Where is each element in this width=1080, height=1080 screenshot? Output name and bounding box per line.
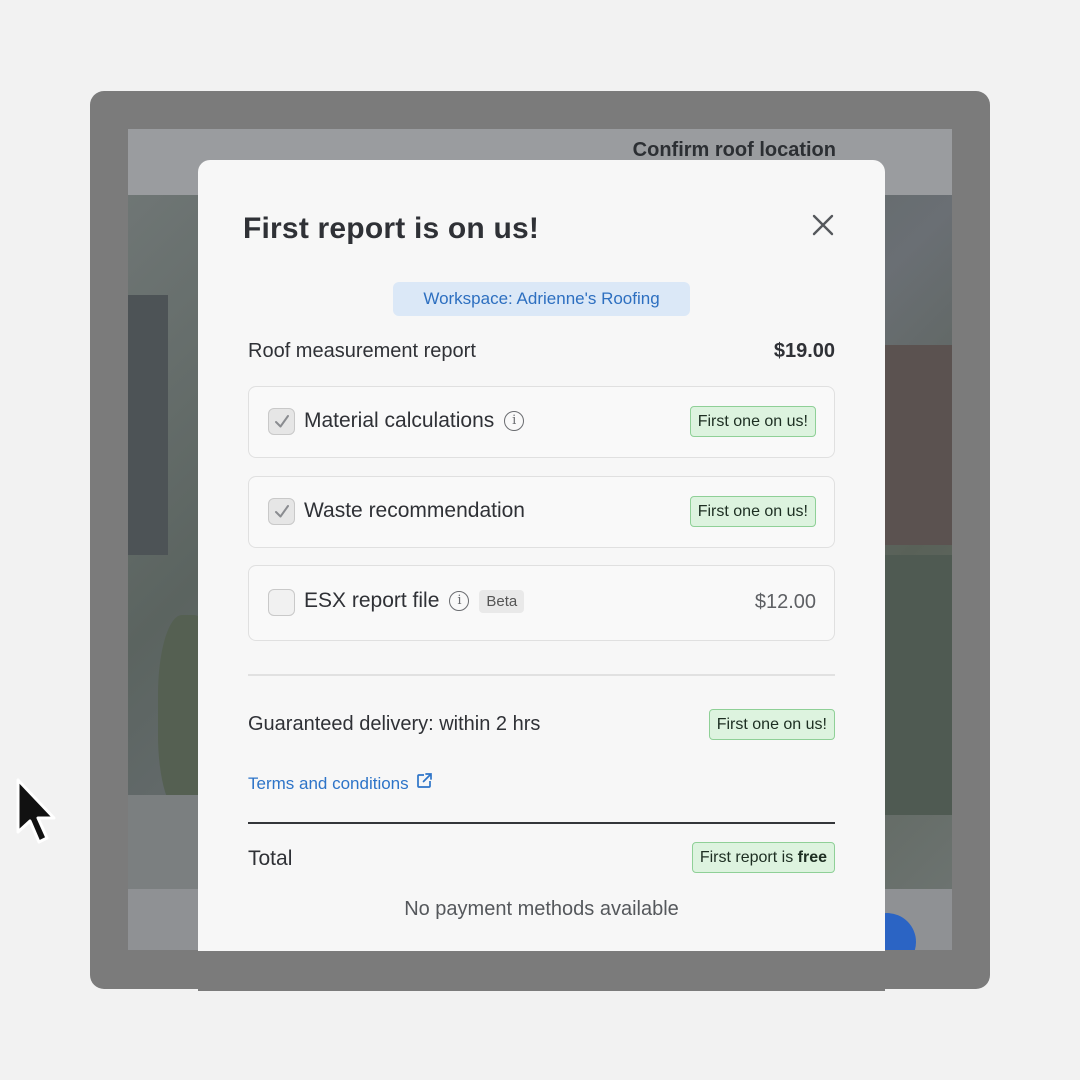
option-label-row: Waste recommendation — [304, 499, 525, 523]
mouse-pointer-icon — [14, 776, 62, 853]
option-label: Waste recommendation — [304, 499, 525, 522]
modal-title: First report is on us! — [243, 212, 540, 245]
info-icon[interactable]: i — [504, 411, 525, 431]
report-price: $19.00 — [773, 340, 835, 362]
divider — [248, 674, 835, 676]
report-label: Roof measurement report — [248, 340, 476, 362]
info-icon[interactable]: i — [449, 591, 470, 611]
option-price: $12.00 — [754, 591, 816, 613]
option-label: Material calculations — [304, 409, 495, 432]
external-link-icon — [415, 772, 433, 795]
delivery-badge: First one on us! — [708, 709, 835, 740]
total-divider — [248, 822, 835, 824]
checkbox-waste-recommendation[interactable] — [268, 498, 295, 525]
option-esx-report-file[interactable]: ESX report file i Beta $12.00 — [248, 565, 835, 641]
total-badge-prefix: First report is — [699, 849, 798, 866]
checkbox-material-calculations[interactable] — [268, 408, 295, 435]
promo-badge: First one on us! — [689, 496, 816, 527]
workspace-badge: Workspace: Adrienne's Roofing — [393, 282, 690, 316]
terms-label: Terms and conditions — [248, 773, 409, 793]
checkbox-esx-report-file[interactable] — [268, 589, 295, 616]
delivery-label: Guaranteed delivery: within 2 hrs — [248, 713, 541, 735]
purchase-modal: First report is on us! Workspace: Adrien… — [198, 160, 885, 960]
app-header-title: Confirm roof location — [632, 139, 836, 161]
window-bottom-frame — [198, 951, 885, 991]
terms-link[interactable]: Terms and conditions — [248, 772, 433, 795]
option-label-row: Material calculations i — [304, 409, 525, 433]
option-label: ESX report file — [304, 589, 440, 612]
promo-badge: First one on us! — [689, 406, 816, 437]
close-icon[interactable] — [808, 210, 838, 240]
option-waste-recommendation[interactable]: Waste recommendation First one on us! — [248, 476, 835, 548]
total-badge-bold: free — [797, 849, 827, 866]
option-label-row: ESX report file i Beta — [304, 589, 525, 613]
option-material-calculations[interactable]: Material calculations i First one on us! — [248, 386, 835, 458]
payment-status: No payment methods available — [404, 898, 679, 920]
total-badge: First report is free — [691, 842, 835, 873]
beta-tag: Beta — [479, 589, 525, 613]
total-label: Total — [248, 847, 293, 870]
report-row: Roof measurement report $19.00 — [248, 340, 835, 363]
